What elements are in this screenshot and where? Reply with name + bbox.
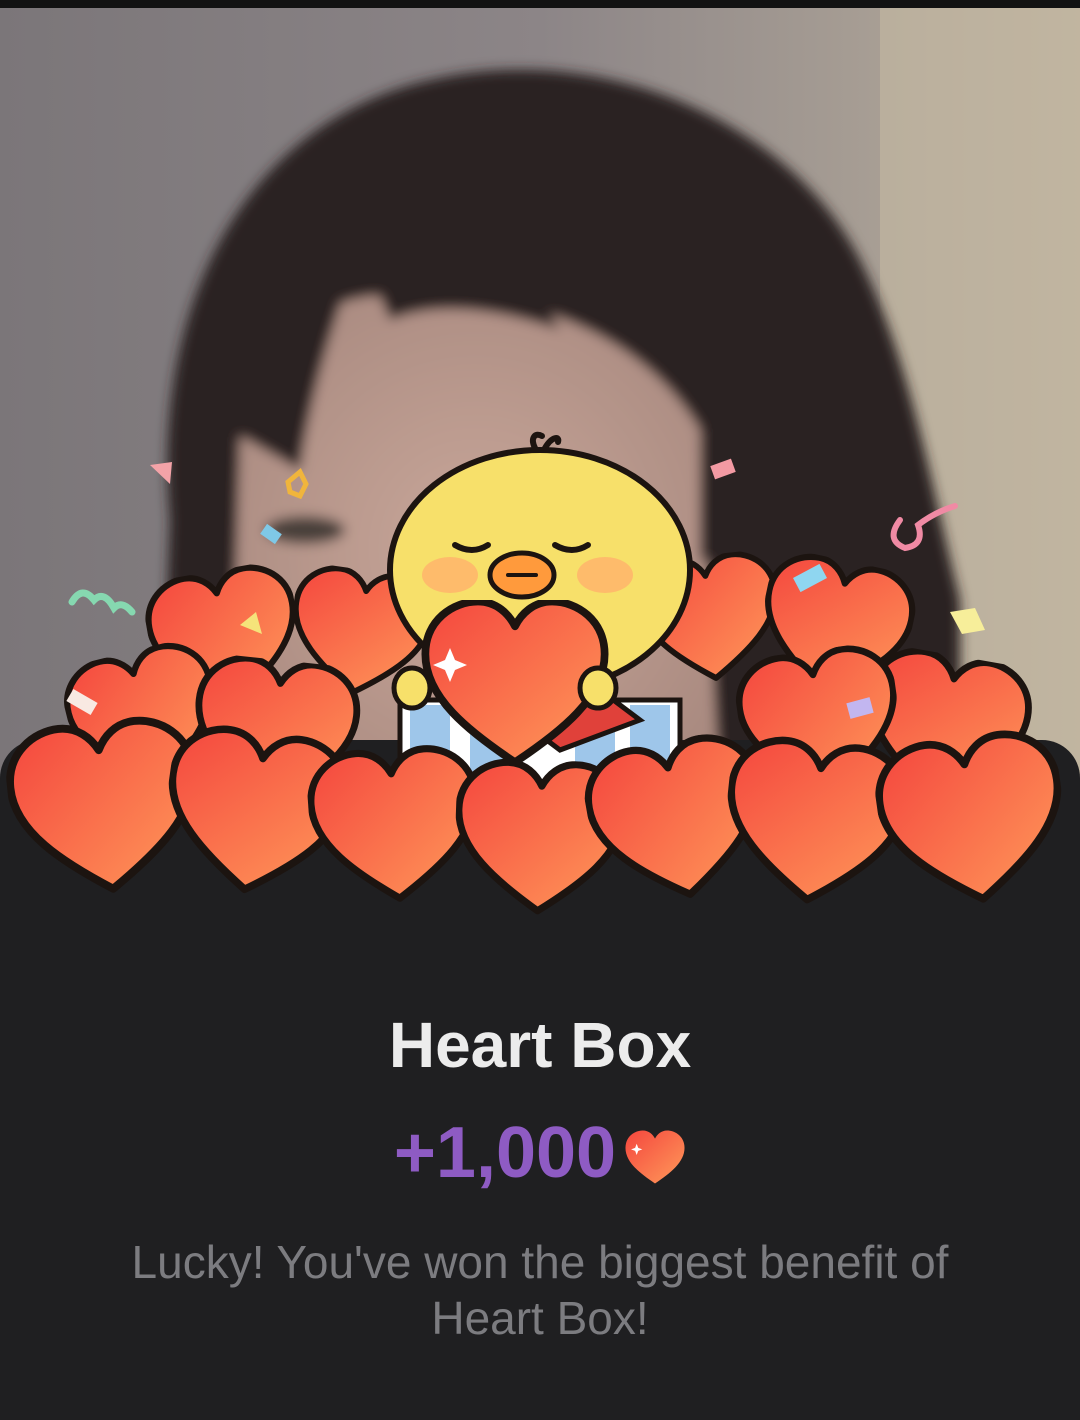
- heart-box-illustration: [0, 431, 1080, 940]
- reward-screen: Heart Box +1,000 Lucky! You've won the b…: [0, 0, 1080, 1420]
- heart-icon: [625, 1130, 685, 1184]
- reward-amount-row: +1,000: [0, 1112, 1080, 1194]
- reward-title: Heart Box: [388, 1009, 692, 1081]
- reward-amount: +1,000: [393, 1113, 617, 1193]
- reward-message: Lucky! You've won the biggest benefit of…: [131, 1236, 949, 1344]
- status-bar: [0, 0, 1080, 8]
